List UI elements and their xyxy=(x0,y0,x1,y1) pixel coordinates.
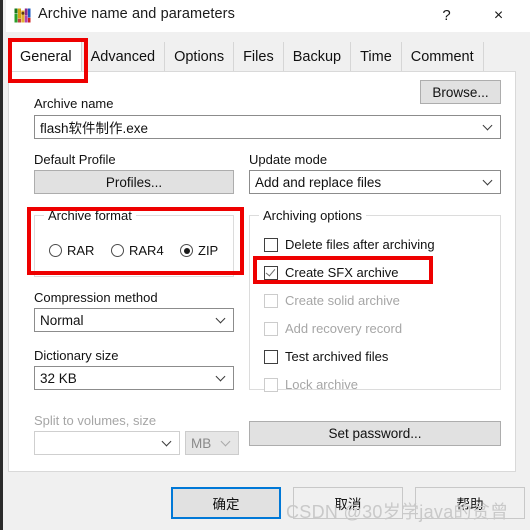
compression-method-label: Compression method xyxy=(34,290,158,305)
checkbox-label: Test archived files xyxy=(285,349,389,364)
checkbox-add-recovery-record: Add recovery record xyxy=(264,321,402,336)
archive-name-value: flash软件制作.exe xyxy=(40,121,149,136)
general-tab-page: Archive name flash软件制作.exe Browse... Def… xyxy=(8,71,516,472)
archive-name-label: Archive name xyxy=(34,96,114,111)
chevron-down-icon[interactable] xyxy=(217,373,226,382)
help-button[interactable]: 帮助 xyxy=(415,487,525,519)
dictionary-size-label: Dictionary size xyxy=(34,348,119,363)
compression-method-select[interactable]: Normal xyxy=(34,308,234,332)
radio-rar-label: RAR xyxy=(67,243,95,258)
tab-general[interactable]: General xyxy=(11,42,82,72)
archive-name-input[interactable]: flash软件制作.exe xyxy=(34,115,501,139)
tab-comment[interactable]: Comment xyxy=(401,42,484,72)
tab-strip: General Advanced Options Files Backup Ti… xyxy=(6,32,530,72)
checkbox-indicator xyxy=(264,321,278,336)
radio-indicator xyxy=(49,244,62,257)
radio-zip[interactable]: ZIP xyxy=(180,243,218,258)
profiles-button[interactable]: Profiles... xyxy=(34,170,234,194)
radio-indicator xyxy=(111,244,124,257)
chevron-down-icon[interactable] xyxy=(163,438,172,447)
checkbox-indicator xyxy=(264,293,278,308)
tab-advanced[interactable]: Advanced xyxy=(81,42,166,72)
archive-format-group: Archive format RAR RAR4 ZIP xyxy=(34,208,234,277)
archiving-options-title: Archiving options xyxy=(259,208,366,223)
checkbox-indicator xyxy=(264,349,278,364)
radio-rar4-label: RAR4 xyxy=(129,243,164,258)
tab-files[interactable]: Files xyxy=(234,42,284,72)
checkbox-label: Delete files after archiving xyxy=(285,237,435,252)
chevron-down-icon[interactable] xyxy=(484,177,493,186)
tab-backup[interactable]: Backup xyxy=(283,42,352,72)
checkbox-test-archived-files[interactable]: Test archived files xyxy=(264,349,388,364)
checkbox-delete-files-after-archiving[interactable]: Delete files after archiving xyxy=(264,237,435,252)
tab-options[interactable]: Options xyxy=(165,42,235,72)
update-mode-value: Add and replace files xyxy=(255,174,382,190)
checkbox-label: Create SFX archive xyxy=(285,265,399,280)
radio-zip-label: ZIP xyxy=(198,243,219,258)
winrar-books-icon xyxy=(14,8,31,23)
checkbox-indicator xyxy=(264,377,278,392)
split-volumes-input[interactable] xyxy=(34,431,180,455)
checkbox-create-solid-archive: Create solid archive xyxy=(264,293,400,308)
chevron-down-icon[interactable] xyxy=(217,315,226,324)
split-volumes-label: Split to volumes, size xyxy=(34,413,157,428)
set-password-button[interactable]: Set password... xyxy=(249,421,501,446)
radio-rar[interactable]: RAR xyxy=(49,243,94,258)
split-volumes-unit-select[interactable]: MB xyxy=(185,431,239,455)
archive-parameters-dialog: Archive name and parameters ? × General … xyxy=(0,0,530,530)
compression-method-value: Normal xyxy=(40,312,84,328)
title-bar: Archive name and parameters ? × xyxy=(6,0,530,32)
checkbox-lock-archive: Lock archive xyxy=(264,377,358,392)
chevron-down-icon[interactable] xyxy=(484,122,493,131)
split-volumes-unit-value: MB xyxy=(191,435,212,451)
radio-rar4[interactable]: RAR4 xyxy=(111,243,164,258)
checkbox-indicator xyxy=(264,237,278,252)
checkbox-create-sfx-archive[interactable]: Create SFX archive xyxy=(264,265,398,280)
archive-format-title: Archive format xyxy=(44,208,136,223)
checkbox-label: Lock archive xyxy=(285,377,358,392)
titlebar-close-button[interactable]: × xyxy=(476,0,521,31)
tab-time[interactable]: Time xyxy=(351,42,402,72)
radio-indicator xyxy=(180,244,193,257)
titlebar-help-button[interactable]: ? xyxy=(424,0,469,31)
checkbox-indicator xyxy=(264,265,278,280)
ok-button[interactable]: 确定 xyxy=(171,487,281,519)
archiving-options-group: Archiving options Delete files after arc… xyxy=(249,208,501,392)
checkbox-label: Add recovery record xyxy=(285,321,403,336)
cancel-button[interactable]: 取消 xyxy=(293,487,403,519)
update-mode-select[interactable]: Add and replace files xyxy=(249,170,501,194)
checkbox-label: Create solid archive xyxy=(285,293,400,308)
dictionary-size-value: 32 KB xyxy=(40,370,77,386)
dictionary-size-select[interactable]: 32 KB xyxy=(34,366,234,390)
chevron-down-icon[interactable] xyxy=(222,438,231,447)
browse-button[interactable]: Browse... xyxy=(420,80,501,104)
update-mode-label: Update mode xyxy=(249,152,328,167)
default-profile-label: Default Profile xyxy=(34,152,116,167)
window-title: Archive name and parameters xyxy=(38,6,235,22)
